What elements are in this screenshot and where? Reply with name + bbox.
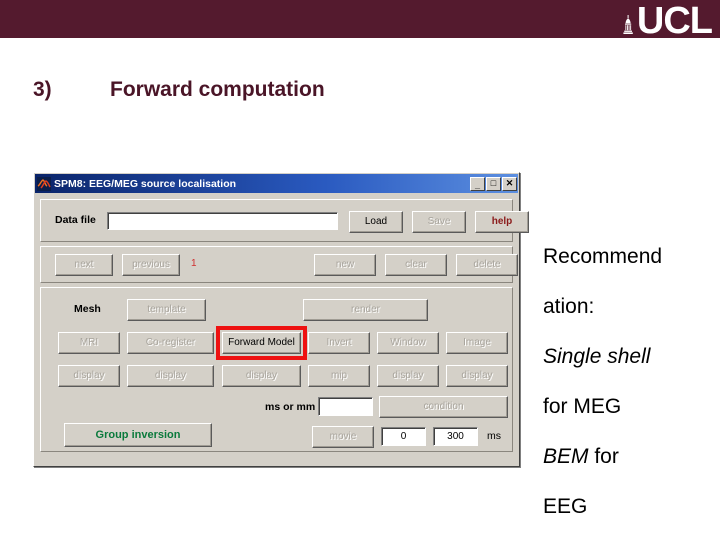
maximize-icon: □ [490, 177, 497, 188]
close-button[interactable]: ✕ [502, 176, 517, 191]
dialog-title: SPM8: EEG/MEG source localisation [54, 177, 237, 190]
condition-button: condition [379, 396, 508, 418]
window-button: Window [377, 332, 439, 354]
close-icon: ✕ [505, 177, 514, 188]
invert-button: Invert [308, 332, 370, 354]
minimize-icon: _ [474, 179, 480, 190]
ms-or-mm-input[interactable] [318, 397, 373, 416]
group-inversion-button[interactable]: Group inversion [64, 423, 212, 447]
ucl-dome-icon [623, 15, 633, 34]
recommendation-line-5-rest: for [588, 445, 619, 468]
maximize-button[interactable]: □ [486, 176, 501, 191]
display-button-window: display [377, 365, 439, 387]
delete-button: delete [456, 254, 518, 276]
ucl-wordmark: UCL [636, 0, 713, 42]
dialog-body: Data file Load Save help next previous 1… [34, 194, 529, 462]
mesh-label: Mesh [74, 303, 101, 315]
recommendation-text-block: Recommend ation: Single shell for MEG BE… [543, 232, 720, 532]
forward-model-button[interactable]: Forward Model [222, 332, 301, 354]
inversion-index: 1 [191, 258, 197, 269]
save-button: Save [412, 211, 466, 233]
mri-button: MRI [58, 332, 120, 354]
matlab-membrane-icon [37, 176, 51, 191]
next-button: next [55, 254, 113, 276]
previous-button: previous [122, 254, 180, 276]
page-title: 3) Forward computation [33, 78, 325, 102]
ucl-logo: UCL [621, 0, 713, 42]
datafile-panel: Data file Load Save help [40, 199, 529, 242]
slide-heading: Forward computation [110, 78, 325, 101]
ucl-header-band: UCL [0, 0, 720, 42]
recommendation-line-1: Recommend [543, 245, 663, 268]
slide-number: 3) [33, 78, 52, 101]
display-button-forward: display [222, 365, 301, 387]
recommendation-line-6: EEG [543, 495, 588, 518]
recommendation-line-3: Single shell [543, 345, 651, 368]
clear-button: clear [385, 254, 447, 276]
display-button-coregister: display [127, 365, 214, 387]
navigation-panel: next previous 1 new clear delete [40, 246, 518, 283]
minimize-button[interactable]: _ [470, 176, 485, 191]
display-button-image: display [446, 365, 508, 387]
recommendation-line-5: BEM for [543, 432, 720, 482]
template-button: template [127, 299, 206, 321]
movie-button: movie [312, 426, 374, 448]
recommendation-line-2: ation: [543, 295, 595, 318]
image-button: Image [446, 332, 508, 354]
time-end-input[interactable]: 300 [433, 427, 478, 446]
help-button[interactable]: help [475, 211, 529, 233]
dialog-titlebar[interactable]: SPM8: EEG/MEG source localisation _ □ ✕ [35, 174, 518, 193]
recommendation-line-4: for MEG [543, 395, 622, 418]
new-button: new [314, 254, 376, 276]
recommendation-line-5-emphasis: BEM [543, 445, 589, 468]
pipeline-panel: Mesh template render MRI Co-register For… [40, 287, 513, 452]
time-unit-label: ms [487, 430, 501, 442]
coregister-button: Co-register [127, 332, 214, 354]
datafile-label: Data file [55, 214, 96, 226]
ms-or-mm-label: ms or mm [265, 401, 316, 413]
time-start-input[interactable]: 0 [381, 427, 426, 446]
datafile-input[interactable] [107, 212, 338, 230]
mip-button: mip [308, 365, 370, 387]
spm-dialog-window: SPM8: EEG/MEG source localisation _ □ ✕ … [33, 172, 529, 467]
load-button[interactable]: Load [349, 211, 403, 233]
display-button-mri: display [58, 365, 120, 387]
render-button: render [303, 299, 428, 321]
